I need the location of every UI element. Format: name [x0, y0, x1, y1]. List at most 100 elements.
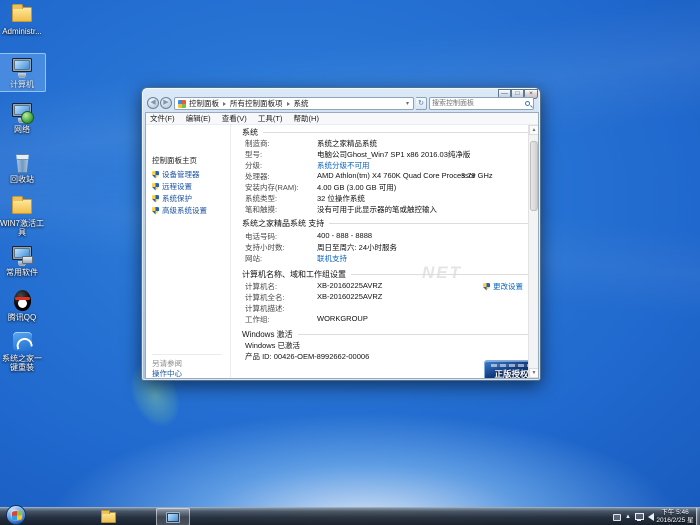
scroll-down-icon[interactable]: ▼: [529, 368, 539, 378]
section-header-system: 系统: [242, 127, 532, 138]
sidebar: 控制面板主页 设备管理器 远程设置 系统保护 高级系统设置 另请参阅: [146, 125, 230, 378]
blue-app-icon: [9, 330, 35, 354]
breadcrumb-control-panel[interactable]: 控制面板: [189, 98, 219, 109]
taskbar-active-window-button[interactable]: [156, 508, 190, 525]
menu-bar: 文件(F) 编辑(E) 查看(V) 工具(T) 帮助(H): [146, 113, 538, 125]
qq-penguin-icon: [9, 289, 35, 313]
input-language-icon[interactable]: [613, 514, 621, 521]
breadcrumb-system[interactable]: 系统: [294, 98, 309, 109]
menu-view[interactable]: 查看(V): [222, 113, 247, 125]
sidebar-item-label: 远程设置: [162, 181, 192, 192]
scrollbar-thumb[interactable]: [530, 141, 538, 211]
desktop: Administr... 计算机 网络 回收站 WIN7激活工具 常用软件 腾讯…: [0, 0, 700, 525]
chevron-right-icon: [287, 102, 290, 106]
search-input[interactable]: [432, 98, 520, 109]
sidebar-item-label: 设备管理器: [162, 169, 200, 180]
info-row-hours: 支持小时数: 周日至周六: 24小时服务: [245, 242, 533, 253]
info-row-model: 型号: 电脑公司Ghost_Win7 SP1 x86 2016.03纯净版: [245, 149, 533, 160]
info-row-description: 计算机描述:: [245, 303, 533, 314]
clock-date: 2016/2/25 星期四: [654, 517, 696, 525]
uac-shield-icon: [152, 171, 159, 179]
scroll-up-icon[interactable]: ▲: [529, 125, 539, 135]
sidebar-item-label: 系统保护: [162, 193, 192, 204]
info-row-manufacturer: 制造商: 系统之家精品系统: [245, 138, 533, 149]
forward-button[interactable]: ▶: [160, 97, 172, 109]
desktop-icon-network[interactable]: 网络: [0, 101, 44, 135]
taskbar-clock[interactable]: 下午 5:46 2016/2/25 星期四: [654, 509, 696, 525]
info-row-memory: 安装内存(RAM): 4.00 GB (3.00 GB 可用): [245, 182, 533, 193]
taskbar-explorer-button[interactable]: [93, 508, 123, 525]
desktop-icon-computer[interactable]: 计算机: [0, 56, 44, 90]
show-desktop-button[interactable]: [696, 508, 700, 525]
system-tray: ▲: [613, 508, 654, 525]
back-button[interactable]: ◀: [147, 97, 159, 109]
address-bar[interactable]: 控制面板 所有控制面板项 系统 ▾: [174, 97, 414, 110]
folder-icon: [101, 512, 116, 523]
user-folder-icon: [9, 3, 35, 27]
address-dropdown-icon[interactable]: ▾: [406, 100, 411, 107]
refresh-button[interactable]: ↻: [416, 97, 427, 110]
desktop-icon-administrator[interactable]: Administr...: [0, 3, 44, 37]
taskbar: ▲ 下午 5:46 2016/2/25 星期四: [0, 507, 700, 525]
chevron-right-icon: [223, 102, 226, 106]
sidebar-item-control-panel-home[interactable]: 控制面板主页: [152, 155, 197, 166]
icon-label: 回收站: [0, 176, 44, 185]
rating-link[interactable]: 系统分级不可用: [317, 160, 370, 171]
section-header-computer-name: 计算机名称、域和工作组设置: [242, 269, 532, 280]
network-icon[interactable]: [635, 513, 644, 521]
sidebar-item-remote-settings[interactable]: 远程设置: [152, 181, 192, 192]
search-box[interactable]: [429, 97, 534, 110]
desktop-icon-win7-tool[interactable]: WIN7激活工具: [0, 195, 44, 237]
icon-label: 系统之家一键重装: [0, 355, 44, 372]
sidebar-item-action-center[interactable]: 操作中心: [152, 368, 182, 379]
desktop-icon-recycle-bin[interactable]: 回收站: [0, 151, 44, 185]
menu-help[interactable]: 帮助(H): [294, 113, 319, 125]
icon-label: 网络: [0, 126, 44, 135]
network-icon: [9, 101, 35, 125]
uac-shield-icon: [152, 207, 159, 215]
activation-status: Windows 已激活: [245, 340, 533, 351]
info-row-processor: 处理器: AMD Athlon(tm) X4 760K Quad Core Pr…: [245, 171, 533, 182]
vertical-scrollbar[interactable]: ▲ ▼: [528, 125, 538, 378]
sidebar-item-system-protection[interactable]: 系统保护: [152, 193, 192, 204]
info-row-website: 网站: 联机支持: [245, 253, 533, 264]
icon-label: 常用软件: [0, 269, 44, 278]
search-icon: [525, 101, 530, 106]
system-window-icon: [166, 512, 180, 523]
recycle-bin-icon: [9, 151, 35, 175]
desktop-icon-qq[interactable]: 腾讯QQ: [0, 289, 44, 323]
online-support-link[interactable]: 联机支持: [317, 253, 347, 264]
sidebar-item-advanced-settings[interactable]: 高级系统设置: [152, 205, 207, 216]
uac-shield-icon: [152, 183, 159, 191]
change-settings-link[interactable]: 更改设置: [483, 281, 523, 292]
windows-logo-icon: [12, 511, 22, 521]
info-row-rating: 分级: 系统分级不可用: [245, 160, 533, 171]
uac-shield-icon: [152, 195, 159, 203]
info-row-pen-touch: 笔和触摸: 没有可用于此显示器的笔或触控输入: [245, 204, 533, 215]
computer-icon: [9, 56, 35, 80]
change-settings-label: 更改设置: [493, 281, 523, 292]
show-hidden-icons-icon[interactable]: ▲: [625, 514, 631, 520]
info-row-phone: 电话号码: 400 - 888 - 8888: [245, 231, 533, 242]
control-panel-icon: [178, 100, 186, 108]
desktop-icon-reinstall-app[interactable]: 系统之家一键重装: [0, 330, 44, 372]
menu-file[interactable]: 文件(F): [150, 113, 175, 125]
desktop-icon-common-software[interactable]: 常用软件: [0, 244, 44, 278]
menu-tools[interactable]: 工具(T): [258, 113, 283, 125]
folder-icon: [9, 195, 35, 219]
info-row-full-name: 计算机全名: XB-20160225AVRZ: [245, 292, 533, 303]
system-properties-window: — □ × ◀ ▶ 控制面板 所有控制面板项 系统 ▾ ↻ 文件(F) 编辑(E…: [141, 87, 541, 381]
clock-time: 下午 5:46: [654, 509, 696, 517]
icon-label: Administr...: [0, 28, 44, 37]
breadcrumb-all-items[interactable]: 所有控制面板项: [230, 98, 283, 109]
start-button[interactable]: [6, 505, 26, 525]
sidebar-item-device-manager[interactable]: 设备管理器: [152, 169, 200, 180]
info-row-workgroup: 工作组: WORKGROUP: [245, 314, 533, 325]
see-also-header: 另请参阅: [152, 354, 222, 369]
window-client-area: 文件(F) 编辑(E) 查看(V) 工具(T) 帮助(H) 控制面板主页 设备管…: [145, 112, 539, 379]
info-row-system-type: 系统类型: 32 位操作系统: [245, 193, 533, 204]
software-icon: [9, 244, 35, 268]
uac-shield-icon: [483, 283, 490, 291]
icon-label: WIN7激活工具: [0, 220, 44, 237]
menu-edit[interactable]: 编辑(E): [186, 113, 211, 125]
